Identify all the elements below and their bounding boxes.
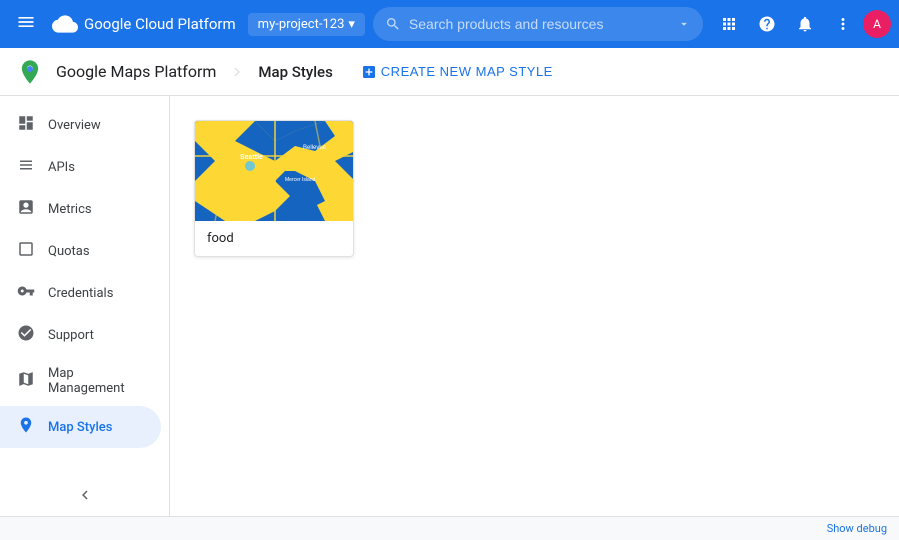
sidebar: Overview APIs Metrics Quotas Credentials xyxy=(0,96,170,516)
sidebar-collapse-button[interactable] xyxy=(0,474,169,516)
top-bar-actions: A xyxy=(711,6,891,42)
search-icon xyxy=(385,16,401,32)
support-icon xyxy=(16,324,36,346)
sidebar-item-support[interactable]: Support xyxy=(0,314,161,356)
notifications-icon-btn[interactable] xyxy=(787,6,823,42)
quotas-icon xyxy=(16,240,36,262)
user-avatar[interactable]: A xyxy=(863,10,891,38)
divider-arrow xyxy=(228,63,246,81)
sidebar-item-quotas[interactable]: Quotas xyxy=(0,230,161,272)
top-nav-bar: Google Cloud Platform my-project-123 ▾ A xyxy=(0,0,899,48)
sidebar-item-label: Credentials xyxy=(48,286,113,301)
menu-icon[interactable] xyxy=(8,4,44,45)
map-management-icon xyxy=(16,370,36,392)
page-title: Map Styles xyxy=(258,63,332,81)
svg-text:Seattle: Seattle xyxy=(240,154,263,161)
sidebar-item-label: APIs xyxy=(48,160,75,175)
sidebar-item-label: Support xyxy=(48,328,94,343)
sidebar-item-label: Quotas xyxy=(48,244,90,259)
sidebar-item-metrics[interactable]: Metrics xyxy=(0,188,161,230)
more-icon-btn[interactable] xyxy=(825,6,861,42)
map-style-label: food xyxy=(195,221,353,256)
app-title: Google Cloud Platform xyxy=(52,11,236,37)
maps-logo xyxy=(16,58,44,86)
show-debug-link[interactable]: Show debug xyxy=(827,522,887,535)
search-input[interactable] xyxy=(409,16,669,32)
add-icon xyxy=(361,64,377,80)
sidebar-item-label: Overview xyxy=(48,118,101,133)
search-bar[interactable] xyxy=(373,7,703,41)
overview-icon xyxy=(16,114,36,136)
sidebar-item-map-styles[interactable]: Map Styles xyxy=(0,406,161,448)
svg-text:Bellevue: Bellevue xyxy=(303,145,327,151)
map-thumbnail: Seattle Bellevue Mercer Island xyxy=(195,121,354,221)
sidebar-item-label: Map Management xyxy=(48,366,145,396)
sidebar-item-map-management[interactable]: Map Management xyxy=(0,356,161,406)
brand-title: Google Maps Platform xyxy=(56,62,216,81)
help-icon-btn[interactable] xyxy=(749,6,785,42)
grid-icon-btn[interactable] xyxy=(711,6,747,42)
svg-text:Mercer Island: Mercer Island xyxy=(285,177,316,183)
content-area: Seattle Bellevue Mercer Island food xyxy=(170,96,899,516)
search-dropdown-icon[interactable] xyxy=(677,17,691,31)
map-styles-icon xyxy=(16,416,36,438)
sub-header: Google Maps Platform Map Styles CREATE N… xyxy=(0,48,899,96)
credentials-icon xyxy=(16,282,36,304)
map-style-card-food[interactable]: Seattle Bellevue Mercer Island food xyxy=(194,120,354,257)
create-new-map-style-button[interactable]: CREATE NEW MAP STYLE xyxy=(361,64,553,80)
sidebar-item-label: Map Styles xyxy=(48,420,112,435)
project-selector[interactable]: my-project-123 ▾ xyxy=(248,13,365,36)
apis-icon xyxy=(16,156,36,178)
main-layout: Overview APIs Metrics Quotas Credentials xyxy=(0,96,899,516)
sidebar-item-credentials[interactable]: Credentials xyxy=(0,272,161,314)
sidebar-item-overview[interactable]: Overview xyxy=(0,104,161,146)
metrics-icon xyxy=(16,198,36,220)
debug-bar: Show debug xyxy=(0,516,899,540)
sidebar-item-label: Metrics xyxy=(48,202,92,217)
sidebar-item-apis[interactable]: APIs xyxy=(0,146,161,188)
